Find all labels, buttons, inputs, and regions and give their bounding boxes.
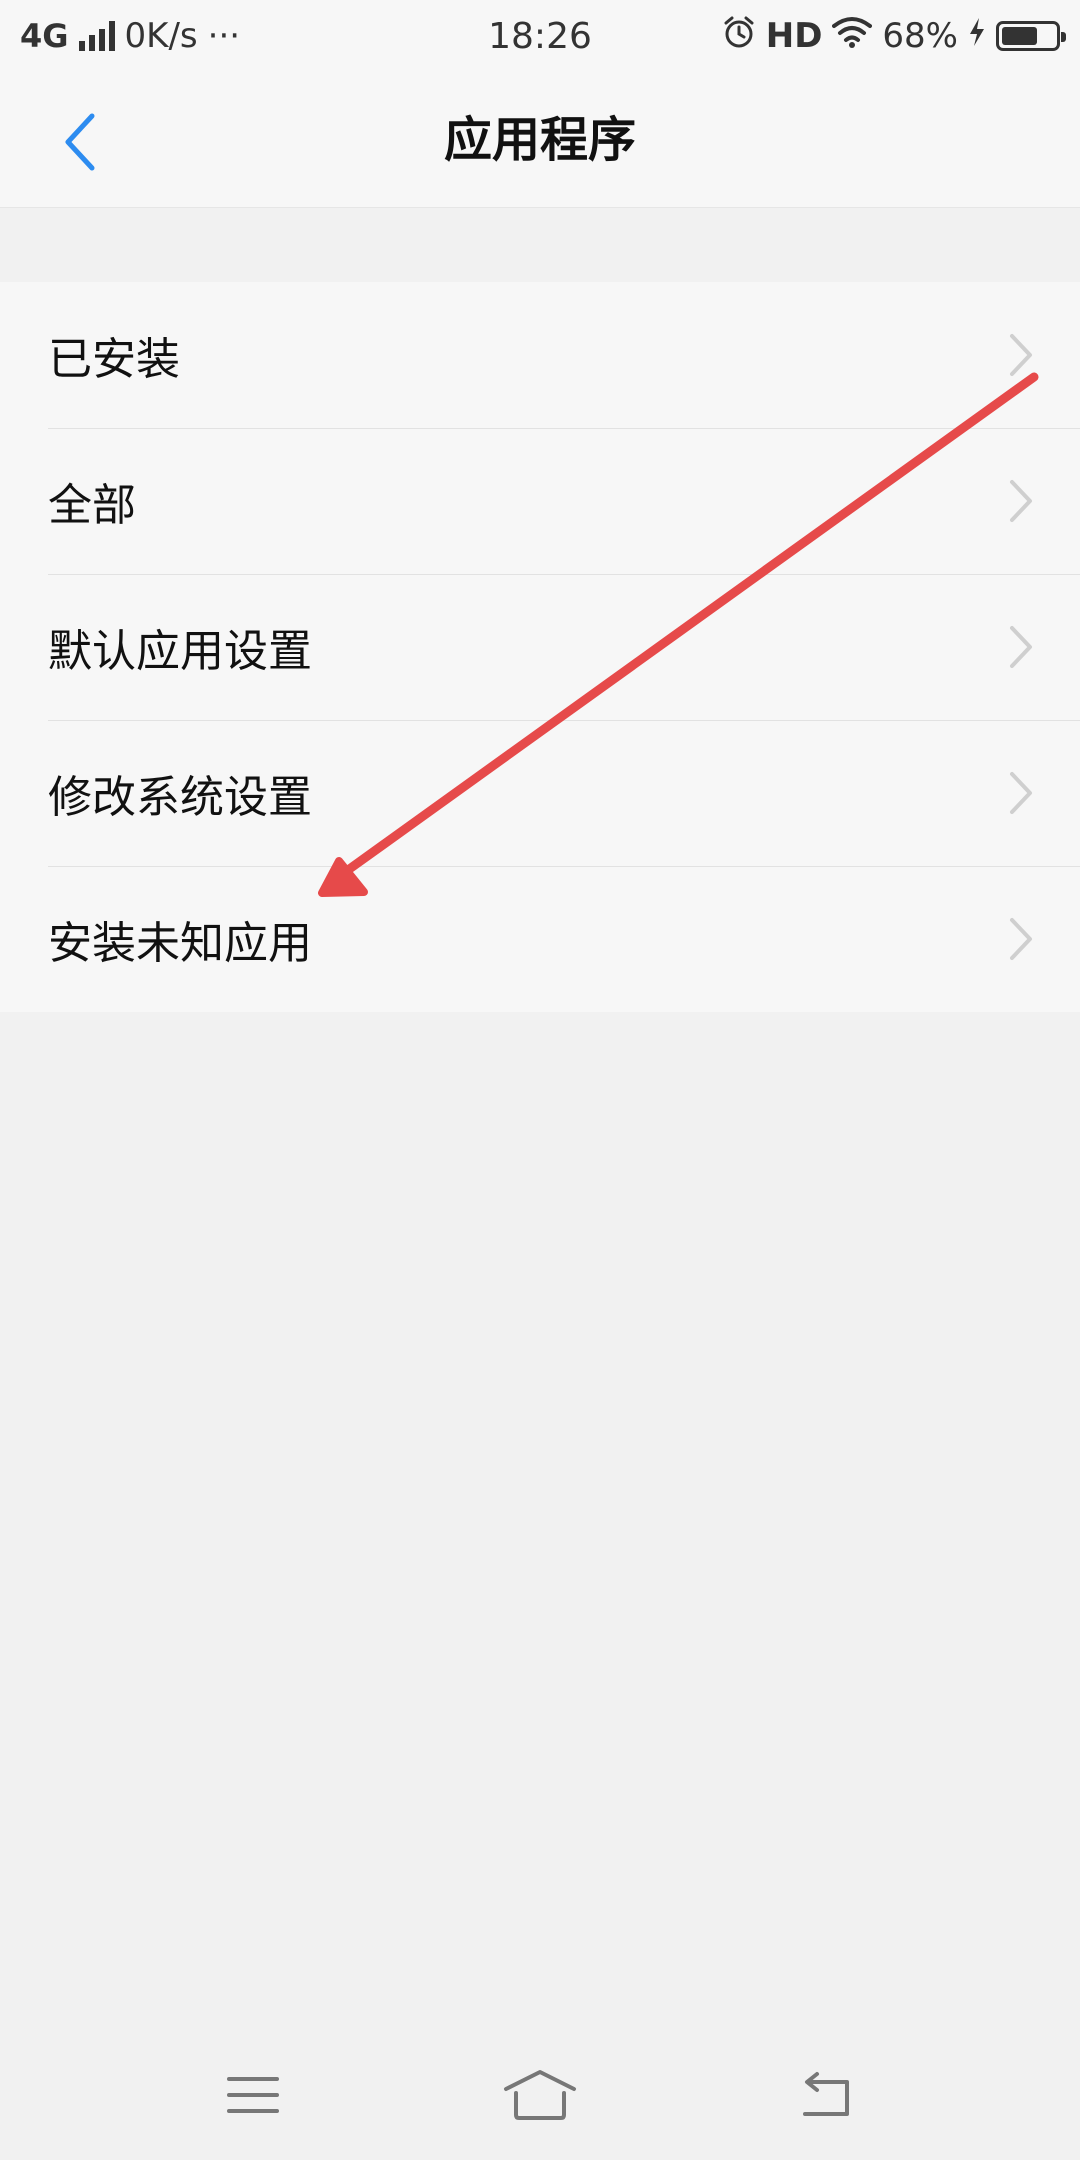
back-icon <box>802 2072 849 2116</box>
menu-icon <box>227 2077 280 2113</box>
home-icon <box>503 2070 576 2120</box>
network-type: 4G <box>20 17 69 55</box>
menu-button[interactable] <box>203 2055 303 2135</box>
battery-percent: 68% <box>882 16 958 56</box>
page-title: 应用程序 <box>443 112 636 168</box>
chevron-right-icon <box>1010 918 1032 960</box>
list-item-label: 默认应用设置 <box>48 626 312 677</box>
list-item-label: 已安装 <box>48 334 180 385</box>
navigation-bar <box>0 2030 1080 2160</box>
app-header: 应用程序 <box>0 72 1080 208</box>
status-right: HD 68% <box>722 15 1066 58</box>
list-item-default-apps[interactable]: 默认应用设置 <box>0 574 1080 720</box>
hd-indicator: HD <box>765 16 823 56</box>
more-indicator: ··· <box>207 16 241 56</box>
chevron-right-icon <box>1010 772 1032 814</box>
list-item-label: 修改系统设置 <box>48 772 312 823</box>
list-item-modify-system-settings[interactable]: 修改系统设置 <box>0 720 1080 866</box>
list-item-install-unknown-apps[interactable]: 安装未知应用 <box>0 866 1080 1012</box>
battery-icon <box>996 21 1066 51</box>
wifi-icon <box>832 16 873 57</box>
chevron-right-icon <box>1010 480 1032 522</box>
list-item-installed[interactable]: 已安装 <box>0 282 1080 428</box>
settings-list: 已安装 全部 默认应用设置 修改系统设置 安装未知应用 <box>0 282 1080 1012</box>
chevron-right-icon <box>1010 626 1032 668</box>
chevron-right-icon <box>1010 334 1032 376</box>
list-item-all[interactable]: 全部 <box>0 428 1080 574</box>
list-item-label: 全部 <box>48 480 136 531</box>
back-nav-button[interactable] <box>777 2055 877 2135</box>
home-button[interactable] <box>490 2055 590 2135</box>
list-item-label: 安装未知应用 <box>48 918 312 969</box>
alarm-icon <box>722 15 756 58</box>
battery-level-fill <box>1002 27 1038 45</box>
status-bar: 4G 0K/s ··· 18:26 HD 68% <box>0 0 1080 72</box>
charging-icon <box>968 16 986 56</box>
network-speed: 0K/s <box>124 16 198 56</box>
status-left: 4G 0K/s ··· <box>20 16 240 56</box>
signal-icon <box>78 21 115 51</box>
